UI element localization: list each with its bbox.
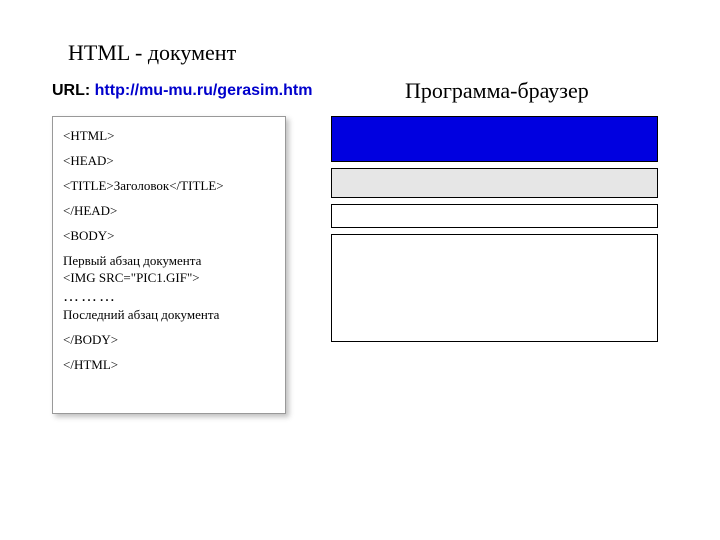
browser-window (331, 116, 658, 342)
browser-address-bar (331, 204, 658, 228)
url-label: URL: (52, 82, 95, 99)
browser-menu-bar (331, 168, 658, 198)
code-line: </HEAD> (63, 204, 275, 219)
code-line: <HTML> (63, 129, 275, 144)
code-line: </HTML> (63, 358, 275, 373)
heading-browser: Программа-браузер (405, 78, 589, 104)
browser-title-bar (331, 116, 658, 162)
code-line: <HEAD> (63, 154, 275, 169)
heading-html-document: HTML - документ (68, 40, 236, 66)
code-line: </BODY> (63, 333, 275, 348)
code-line: <TITLE>Заголовок</TITLE> (63, 179, 275, 194)
code-ellipsis: ……… (63, 288, 275, 306)
browser-content-area (331, 234, 658, 342)
url-value: http://mu-mu.ru/gerasim.htm (95, 82, 313, 99)
html-source-box: <HTML> <HEAD> <TITLE>Заголовок</TITLE> <… (52, 116, 286, 414)
code-line: <IMG SRC="PIC1.GIF"> (63, 271, 275, 286)
url-line: URL: http://mu-mu.ru/gerasim.htm (52, 82, 312, 100)
code-line: Первый абзац документа (63, 254, 275, 269)
code-line: Последний абзац документа (63, 308, 275, 323)
code-line: <BODY> (63, 229, 275, 244)
